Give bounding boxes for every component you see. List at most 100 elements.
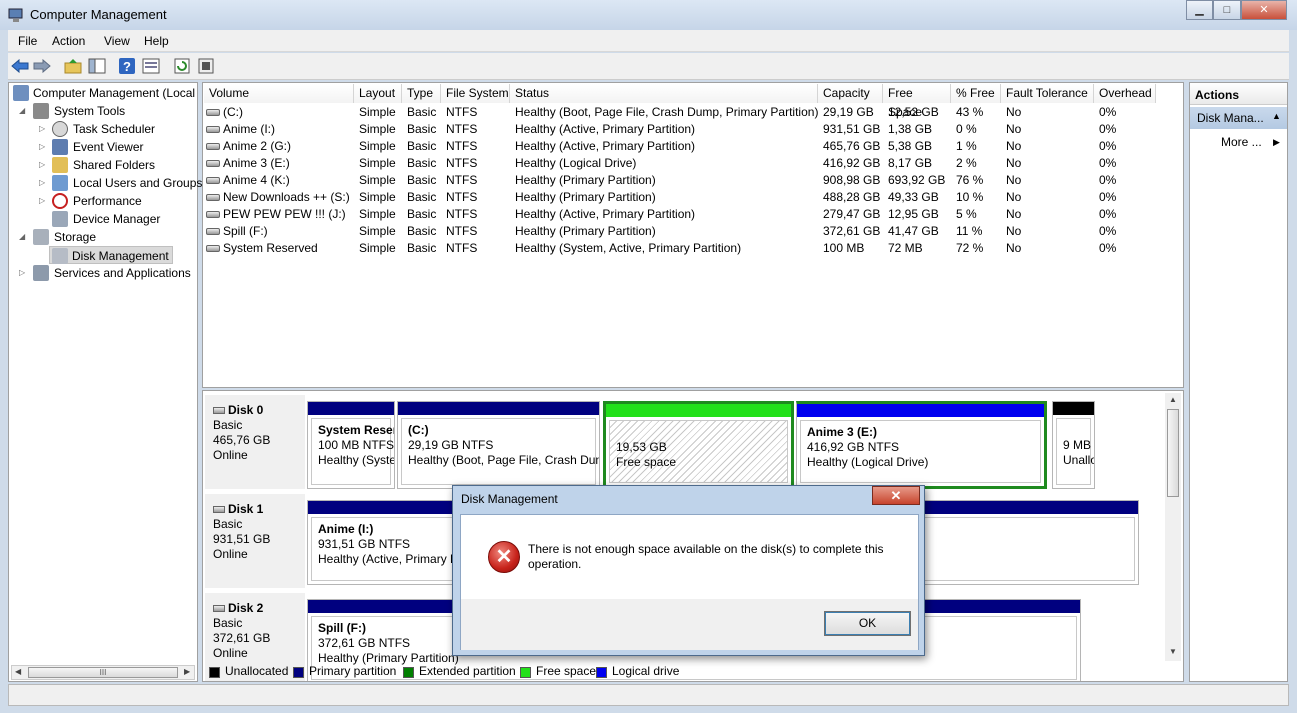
column-header-status[interactable]: Status [510,84,818,103]
tree-item-services-applications[interactable]: ▷ Services and Applications [17,264,197,282]
volume-row[interactable]: New Downloads ++ (S:) Simple Basic NTFS Heal… [203,189,1158,206]
show-hide-tree-icon[interactable] [88,57,106,75]
forward-arrow-icon[interactable] [33,57,51,75]
collapse-triangle-icon[interactable]: ◢ [19,228,25,246]
scroll-right-icon[interactable]: ▶ [184,667,190,676]
minimize-button[interactable]: ▁ [1186,0,1213,20]
column-header-file-system[interactable]: File System [441,84,510,103]
volume-cell-fault-tolerance: No [1006,241,1022,255]
status-bar [8,684,1289,706]
volume-row[interactable]: (C:) Simple Basic NTFS Healthy (Boot, Page F… [203,104,1158,121]
expand-triangle-icon[interactable]: ▷ [39,156,45,174]
scroll-up-icon[interactable]: ▲ [1169,395,1177,404]
column-header-fault-tolerance[interactable]: Fault Tolerance [1001,84,1094,103]
services-icon [33,265,49,281]
dialog-close-button[interactable]: ✕ [872,486,920,505]
tree-item-disk-management[interactable]: Disk Management [49,246,173,264]
menu-help[interactable]: Help [144,34,169,48]
settings-icon[interactable] [197,57,215,75]
volume-cell-capacity: 908,98 GB [823,173,881,187]
dialog-body: ✕ There is not enough space available on… [460,514,919,650]
volume-cell-layout: Simple [359,241,396,255]
scroll-left-icon[interactable]: ◀ [15,667,21,676]
volume-cell--free: 43 % [956,105,984,119]
volume-cell-type: Basic [407,224,437,238]
partition-text: 19,53 GB Free space [610,421,787,470]
close-button[interactable]: ✕ [1241,0,1287,20]
refresh-icon[interactable] [173,57,191,75]
column-header--free[interactable]: % Free [951,84,1001,103]
volume-row[interactable]: PEW PEW PEW !!! (J:) Simple Basic NTFS Healt… [203,206,1158,223]
tree-item-storage[interactable]: ◢ Storage [17,228,197,246]
volume-cell--free: 76 % [956,173,984,187]
partition-text: System Reser 100 MB NTFS Healthy (Syste [312,419,394,468]
volume-cell-type: Basic [407,190,437,204]
column-header-overhead[interactable]: Overhead [1094,84,1156,103]
volume-cell-layout: Simple [359,224,396,238]
volume-list: Volume Layout Type File System Status Capacit… [202,82,1184,388]
partition-block[interactable]: (C:) 29,19 GB NTFS Healthy (Boot, Page Fil… [397,401,600,489]
column-header-layout[interactable]: Layout [354,84,402,103]
properties-icon[interactable] [142,57,160,75]
disk-management-error-dialog: Disk Management ✕ ✕ There is not enough … [452,485,925,656]
scroll-down-icon[interactable]: ▼ [1169,647,1177,656]
expand-triangle-icon[interactable]: ▷ [19,264,25,282]
volume-cell--free: 10 % [956,190,984,204]
volume-cell-free-space: 12,95 GB [888,207,939,221]
collapse-up-icon[interactable]: ▲ [1272,111,1281,121]
tree-item-label: Disk Management [72,249,169,263]
menu-file[interactable]: File [18,34,37,48]
volume-cell-volume: Anime (I:) [223,122,276,136]
volume-row[interactable]: Spill (F:) Simple Basic NTFS Healthy (Primar… [203,223,1158,240]
partition-block[interactable]: System Reser 100 MB NTFS Healthy (Syste [307,401,395,489]
menu-view[interactable]: View [104,34,130,48]
volume-cell--free: 1 % [956,139,977,153]
column-header-free-space[interactable]: Free Space [883,84,951,119]
volume-cell-type: Basic [407,241,437,255]
actions-section-disk-management[interactable]: Disk Mana... ▲ [1190,107,1287,129]
menu-action[interactable]: Action [52,34,85,48]
expand-triangle-icon[interactable]: ▷ [39,138,45,156]
disk-label-1[interactable]: Disk 1 Basic 931,51 GB Online [205,494,305,588]
storage-icon [33,229,49,245]
tree-item-task-scheduler[interactable]: ▷ Task Scheduler [37,120,197,138]
expand-triangle-icon[interactable]: ▷ [39,192,45,210]
disk-vertical-scrollbar[interactable]: ▲ ▼ [1165,393,1181,661]
tree-horizontal-scrollbar[interactable]: ◀ III ▶ [11,665,195,680]
tree-item-device-manager[interactable]: Device Manager [37,210,197,228]
window-title: Computer Management [30,7,167,22]
ok-button[interactable]: OK [824,611,911,636]
partition-type-bar [797,404,1044,417]
scroll-thumb-vertical[interactable] [1167,409,1179,497]
partition-block[interactable]: 19,53 GB Free space [603,401,794,489]
volume-row[interactable]: Anime 4 (K:) Simple Basic NTFS Healthy (Prim… [203,172,1158,189]
tree-item-label: Local Users and Groups [73,176,203,190]
expand-triangle-icon[interactable]: ▷ [39,174,45,192]
tree-item-performance[interactable]: ▷ Performance [37,192,197,210]
volume-row[interactable]: Anime (I:) Simple Basic NTFS Healthy (Active… [203,121,1158,138]
actions-more[interactable]: More ... ▶ [1221,135,1287,149]
expand-triangle-icon[interactable]: ▷ [39,120,45,138]
collapse-triangle-icon[interactable]: ◢ [19,102,25,120]
volume-cell-volume: Anime 4 (K:) [223,173,290,187]
tree-item-shared-folders[interactable]: ▷ Shared Folders [37,156,197,174]
tree-item-local-users[interactable]: ▷ Local Users and Groups [37,174,202,192]
up-folder-icon[interactable] [64,57,82,75]
disk-label-0[interactable]: Disk 0 Basic 465,76 GB Online [205,395,305,489]
scroll-thumb[interactable]: III [28,667,178,678]
partition-block[interactable]: 9 MB Unallo [1052,401,1095,489]
tree-item-system-tools[interactable]: ◢ System Tools [17,102,197,120]
back-arrow-icon[interactable] [11,57,29,75]
partition-block[interactable]: Anime 3 (E:) 416,92 GB NTFS Healthy (Logic… [796,401,1047,489]
volume-row[interactable]: Anime 3 (E:) Simple Basic NTFS Healthy (Logi… [203,155,1158,172]
help-icon[interactable]: ? [118,57,136,75]
tools-icon [33,103,49,119]
volume-row[interactable]: System Reserved Simple Basic NTFS Healthy (S… [203,240,1158,257]
column-header-capacity[interactable]: Capacity [818,84,883,103]
volume-row[interactable]: Anime 2 (G:) Simple Basic NTFS Healthy (Acti… [203,138,1158,155]
column-header-type[interactable]: Type [402,84,441,103]
maximize-button[interactable]: □ [1213,0,1241,20]
column-header-volume[interactable]: Volume [204,84,354,103]
volume-cell-volume: Anime 3 (E:) [223,156,290,170]
tree-item-event-viewer[interactable]: ▷ Event Viewer [37,138,197,156]
